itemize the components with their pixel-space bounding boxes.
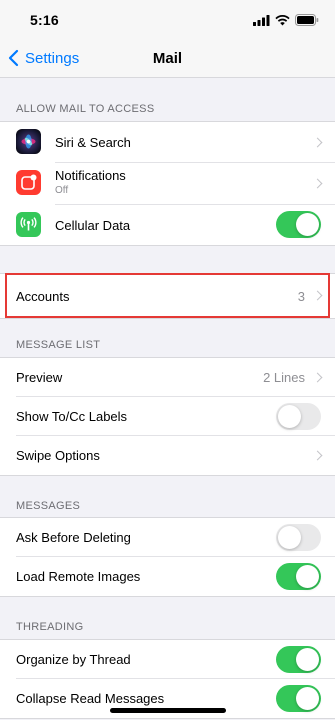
section-header-threading: THREADING: [16, 621, 84, 633]
section-header-messages: MESSAGES: [16, 500, 81, 512]
status-time: 5:16: [30, 12, 59, 28]
accounts-group: Accounts 3: [0, 273, 335, 319]
threading-group: Organize by Thread Collapse Read Message…: [0, 639, 335, 719]
notifications-icon: [16, 170, 41, 195]
signal-icon: [253, 14, 270, 26]
status-icons: [253, 13, 319, 27]
row-show-tocc-labels: Show To/Cc Labels: [0, 397, 335, 436]
row-organize-by-thread: Organize by Thread: [0, 640, 335, 679]
status-bar: 5:16: [0, 0, 335, 40]
load-remote-images-toggle[interactable]: [276, 563, 321, 590]
chevron-right-icon: [312, 372, 323, 382]
wifi-icon: [275, 14, 290, 25]
chevron-right-icon: [312, 178, 323, 189]
row-notifications[interactable]: Notifications Off: [0, 163, 335, 205]
chevron-right-icon: [312, 290, 323, 301]
row-siri-search[interactable]: Siri & Search: [0, 122, 335, 163]
notifications-status: Off: [55, 185, 69, 196]
organize-by-thread-toggle[interactable]: [276, 646, 321, 673]
messages-group: Ask Before Deleting Load Remote Images: [0, 517, 335, 597]
preview-value: 2 Lines: [263, 370, 305, 385]
cellular-data-toggle[interactable]: [276, 211, 321, 238]
battery-icon: [295, 14, 319, 26]
collapse-read-messages-toggle[interactable]: [276, 685, 321, 712]
message-list-group: Preview 2 Lines Show To/Cc Labels Swipe …: [0, 357, 335, 476]
preview-label: Preview: [16, 370, 63, 385]
swipe-options-label: Swipe Options: [16, 448, 100, 463]
navigation-bar: Settings Mail: [0, 40, 335, 78]
ask-before-deleting-toggle[interactable]: [276, 524, 321, 551]
siri-icon: [16, 129, 41, 154]
siri-search-label: Siri & Search: [55, 135, 131, 150]
row-load-remote-images: Load Remote Images: [0, 557, 335, 596]
row-preview[interactable]: Preview 2 Lines: [0, 358, 335, 397]
section-header-message-list: MESSAGE LIST: [16, 339, 101, 351]
row-accounts[interactable]: Accounts 3: [0, 274, 335, 318]
accounts-count: 3: [297, 288, 305, 304]
row-cellular-data: Cellular Data: [0, 205, 335, 245]
organize-by-thread-label: Organize by Thread: [16, 652, 131, 667]
chevron-right-icon: [312, 137, 323, 147]
show-tocc-labels-label: Show To/Cc Labels: [16, 409, 128, 424]
cellular-antenna-icon: [16, 212, 41, 237]
show-tocc-labels-toggle[interactable]: [276, 403, 321, 430]
load-remote-images-label: Load Remote Images: [16, 569, 141, 584]
ask-before-deleting-label: Ask Before Deleting: [16, 530, 131, 545]
row-swipe-options[interactable]: Swipe Options: [0, 436, 335, 475]
allow-access-group: Siri & Search Notifications Off Cellular…: [0, 121, 335, 246]
notifications-label: Notifications: [55, 168, 126, 183]
row-ask-before-deleting: Ask Before Deleting: [0, 518, 335, 557]
page-title: Mail: [152, 50, 183, 67]
cellular-data-label: Cellular Data: [55, 217, 131, 233]
chevron-right-icon: [312, 450, 323, 460]
collapse-read-messages-label: Collapse Read Messages: [16, 691, 165, 706]
accounts-label: Accounts: [16, 288, 70, 304]
home-indicator: [110, 708, 226, 713]
section-header-allow-access: ALLOW MAIL TO ACCESS: [16, 103, 155, 115]
